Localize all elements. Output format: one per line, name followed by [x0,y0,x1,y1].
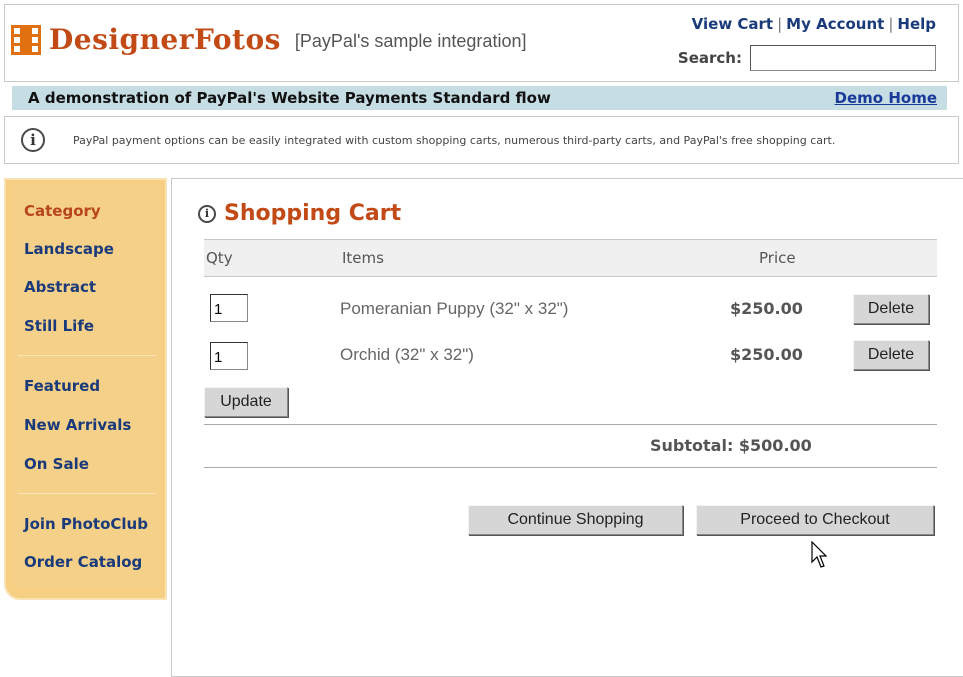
logo-text: DesignerFotos [49,23,281,56]
column-qty: Qty [206,249,233,267]
quantity-input[interactable]: 1 [210,342,248,370]
info-icon: i [21,128,45,152]
sidebar-item-on-sale[interactable]: On Sale [24,455,89,473]
demo-bar: A demonstration of PayPal's Website Paym… [12,86,947,110]
search-label: Search: [677,49,742,67]
cart-table-header: Qty Items Price [204,239,937,277]
delete-button[interactable]: Delete [853,340,929,370]
subtotal: Subtotal: $500.00 [650,436,812,455]
sidebar-item-order-catalog[interactable]: Order Catalog [24,553,142,571]
sidebar-item-landscape[interactable]: Landscape [24,240,114,258]
mouse-cursor-icon [811,541,827,568]
update-button[interactable]: Update [204,387,288,417]
help-link[interactable]: Help [897,15,936,33]
sidebar: Category Landscape Abstract Still Life F… [4,178,167,600]
divider [204,467,937,468]
logo[interactable]: DesignerFotos [PayPal's sample integrati… [11,23,526,56]
demo-title: A demonstration of PayPal's Website Paym… [28,89,551,107]
sidebar-item-new-arrivals[interactable]: New Arrivals [24,416,131,434]
info-text: PayPal payment options can be easily int… [73,133,836,147]
logo-film-icon [11,24,41,55]
my-account-link[interactable]: My Account [786,15,884,33]
sidebar-category-heading: Category [24,202,101,220]
sidebar-item-join-photoclub[interactable]: Join PhotoClub [24,515,148,533]
sidebar-item-abstract[interactable]: Abstract [24,278,96,296]
info-icon: i [198,204,216,223]
column-price: Price [759,249,796,267]
item-price: $250.00 [730,299,803,318]
proceed-to-checkout-button[interactable]: Proceed to Checkout [696,505,934,535]
site-header: DesignerFotos [PayPal's sample integrati… [4,4,959,82]
top-links: View Cart | My Account | Help [691,15,936,33]
sidebar-item-still-life[interactable]: Still Life [24,317,94,335]
logo-subtitle: [PayPal's sample integration] [294,31,527,51]
item-price: $250.00 [730,345,803,364]
item-name: Pomeranian Puppy (32" x 32") [340,299,569,318]
divider [204,424,937,425]
view-cart-link[interactable]: View Cart [692,15,773,33]
sidebar-divider [18,355,156,356]
page-title: Shopping Cart [224,201,402,226]
quantity-input[interactable]: 1 [210,294,248,322]
sidebar-item-featured[interactable]: Featured [24,377,100,395]
info-bar: i PayPal payment options can be easily i… [4,116,959,164]
main-content: i Shopping Cart Qty Items Price 1 Pomera… [171,178,963,677]
sidebar-divider [18,493,156,494]
delete-button[interactable]: Delete [853,294,929,324]
item-name: Orchid (32" x 32") [340,345,474,364]
continue-shopping-button[interactable]: Continue Shopping [468,505,683,535]
demo-home-link[interactable]: Demo Home [835,89,937,107]
search-input[interactable] [750,45,936,71]
column-items: Items [342,249,384,267]
search-row: Search: [678,45,936,71]
cart-title: i Shopping Cart [198,201,401,226]
